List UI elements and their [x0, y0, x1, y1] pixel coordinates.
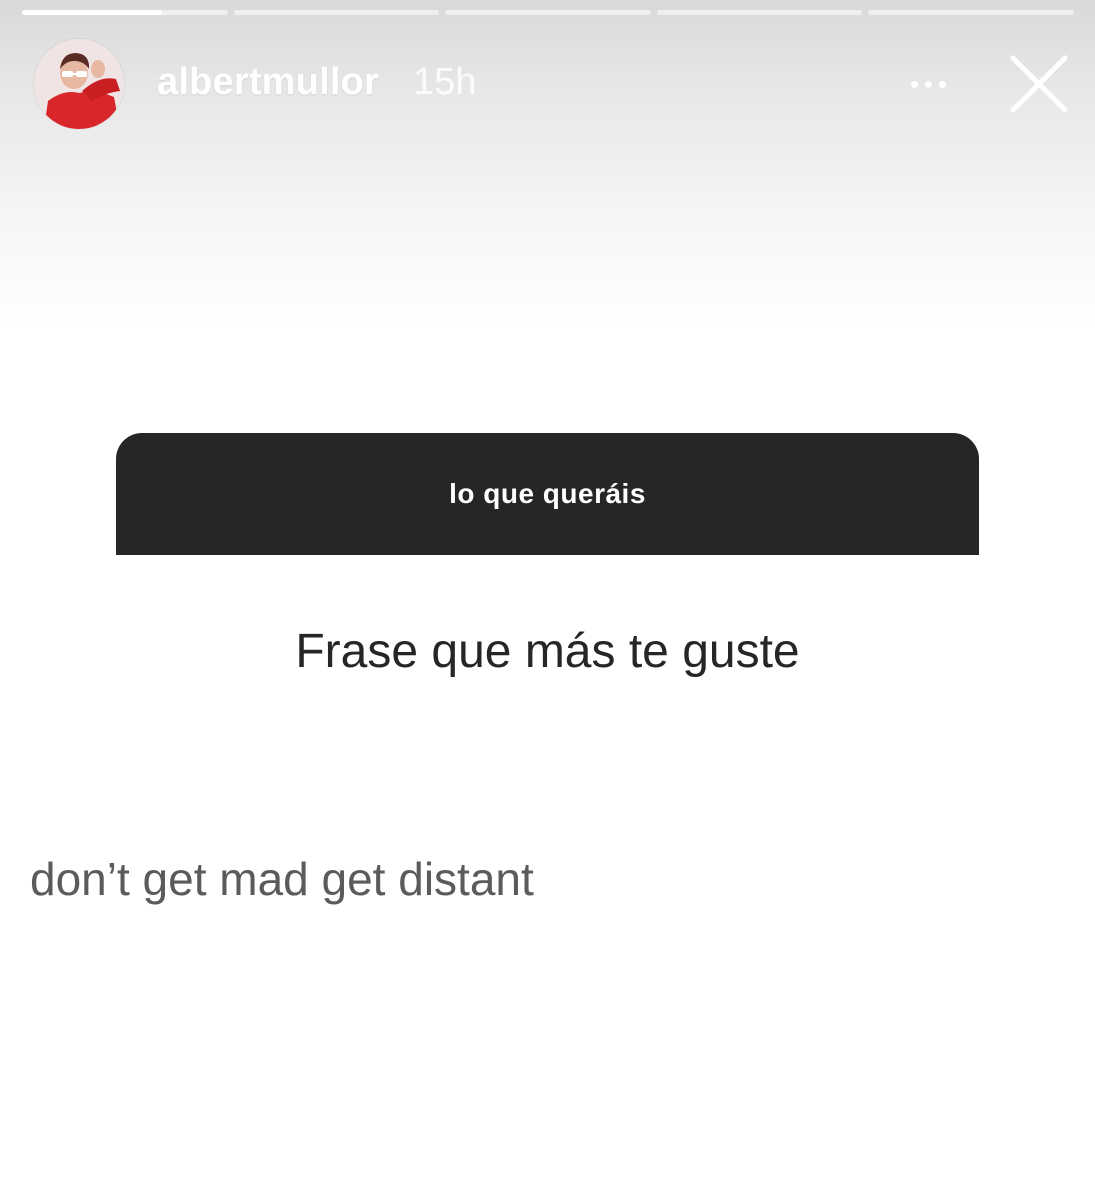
- question-prompt: lo que queráis: [449, 478, 646, 509]
- question-sticker[interactable]: lo que queráis: [116, 433, 979, 555]
- progress-segment: [868, 10, 1074, 15]
- more-dots-icon: [938, 80, 946, 88]
- close-icon: [1010, 55, 1068, 113]
- story-viewer[interactable]: albertmullor 15h lo que queráis Frase qu…: [0, 0, 1095, 1200]
- close-button[interactable]: [1006, 51, 1072, 117]
- more-dots-icon: [924, 80, 932, 88]
- question-response: Frase que más te guste: [295, 625, 800, 678]
- more-options-button[interactable]: [898, 64, 958, 104]
- story-timestamp: 15h: [413, 61, 477, 103]
- story-progress-bar: [22, 10, 1074, 15]
- avatar[interactable]: [34, 39, 124, 129]
- more-dots-icon: [910, 80, 918, 88]
- progress-segment: [445, 10, 651, 15]
- progress-segment: [22, 10, 228, 15]
- username[interactable]: albertmullor: [157, 57, 379, 107]
- progress-fill: [22, 10, 162, 15]
- avatar-image: [34, 39, 124, 129]
- progress-segment: [233, 10, 440, 15]
- story-caption: don’t get mad get distant: [30, 853, 534, 905]
- progress-segment: [656, 10, 863, 15]
- header-gradient: [0, 0, 1095, 330]
